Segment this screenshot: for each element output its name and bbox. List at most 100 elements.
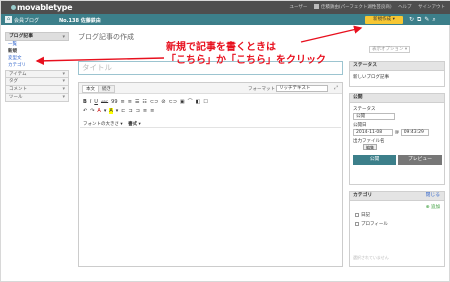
unlink-button[interactable]: ⊘ [161,99,165,105]
filename-edit-button[interactable]: 編集 [363,144,377,150]
justify-right-button[interactable]: ≡ [150,108,154,114]
asset-button[interactable]: ⌒ [188,98,193,105]
chevron-down-icon: ▾ [62,78,65,84]
signout-link[interactable]: サインアウト [418,5,445,10]
publish-time-input[interactable]: 09:43:29 [400,129,429,136]
blog-name[interactable]: 会員ブログ [14,17,39,24]
category-checkbox[interactable] [355,212,359,217]
category-close-link[interactable]: 閉じる [426,192,440,200]
publish-status-label: ステータス [353,107,376,112]
sidebar-menu-items[interactable]: アイテム ▾ [5,70,69,78]
chevron-down-icon: ▾ [62,86,65,92]
anchor-button[interactable]: ⊂⊃ [169,99,177,105]
user-profile-link[interactable]: 佳積鉄由(パーフェクト湖性芸良商) [313,4,392,10]
blogbar-icons: ↻⧉✎⌕ [409,16,439,24]
sidebar-section-entries[interactable]: ブログ記事 ▾ [5,32,69,41]
publish-panel-title: 公開 [350,94,444,103]
filename-row: 編集 [350,144,444,151]
blog-bar: ⌂ 会員ブログ No.138 佐藤鉄由 新規作成 ▾ ↻⧉✎⌕ [1,14,450,25]
logo-mark-icon [11,5,16,10]
publish-panel: 公開 ステータス 公開 公開日 2014-11-08 @ 09:43:29 出力… [349,93,445,185]
movabletype-logo[interactable]: movabletype [11,3,73,12]
status-panel: ステータス 新しいブログ記事 [349,61,445,87]
text-color-button[interactable]: A [97,108,100,114]
sidebar-item-new[interactable]: 新規 [5,48,69,55]
sidebar-item-list[interactable]: 一覧 [5,41,69,48]
highlight-dropdown[interactable]: ▾ [116,108,119,114]
display-options-button[interactable]: 表示オプション ▾ [369,46,411,53]
chevron-down-icon: ▾ [62,94,65,100]
chevron-down-icon: ▾ [62,34,65,40]
strikethrough-button[interactable]: ABC [101,100,108,104]
publish-button[interactable]: 公開 [353,155,396,165]
justify-center-button[interactable]: ≡ [143,108,147,114]
blockquote-button[interactable]: 99 [111,99,117,105]
publish-status-select[interactable]: 公開 [353,113,395,120]
format-toolbar-row1: B I U ABC 99 ≡ ≡ ☰ ☷ ⊂⊃ ⊘ ⊂⊃ ▣ ⌒ ◧ ☐ [83,98,211,106]
expand-icon[interactable]: ⤢ [334,85,338,91]
image-button[interactable]: ▣ [180,99,185,105]
text-color-dropdown[interactable]: ▾ [104,108,107,114]
format-select[interactable]: リッチテキスト [276,85,328,92]
highlight-button[interactable]: A [109,108,113,114]
date-time-row: 2014-11-08 @ 09:43:29 [350,129,444,136]
status-text: 新しいブログ記事 [353,75,389,80]
page-title: ブログ記事の作成 [78,33,134,41]
bold-button[interactable]: B [83,99,87,105]
ordered-list-button[interactable]: ≡ [121,99,125,105]
align-center-button[interactable]: ☷ [142,99,146,105]
left-sidebar: ブログ記事 ▾ 一覧 新規 変型文 カテゴリ アイテム ▾ タグ ▾ コメント ▾ ツー… [5,32,69,102]
italic-button[interactable]: I [90,99,91,105]
users-link[interactable]: ユーザー [290,5,308,10]
undo-button[interactable]: ↶ [83,108,87,114]
sidebar-item-category[interactable]: カテゴリ [5,62,69,69]
publish-buttons: 公開 プレビュー [353,155,442,165]
category-checkbox[interactable] [355,221,359,226]
tab-more[interactable]: 続き [98,85,115,93]
category-panel: カテゴリ 閉じる ⊕ 追加 日記 プロフィール 選択されていません [349,191,445,267]
media-button[interactable]: ◧ [196,99,201,105]
top-header: movabletype ユーザー 佳積鉄由(パーフェクト湖性芸良商) ヘルプ サ… [1,1,450,14]
link-button[interactable]: ⊂⊃ [150,99,158,105]
align-left-button[interactable]: ☰ [135,99,139,105]
home-icon[interactable]: ⌂ [5,16,12,23]
preview-button[interactable]: プレビュー [398,155,442,165]
sidebar-menu-tools[interactable]: ツール ▾ [5,94,69,102]
at-symbol: @ [394,130,400,135]
format-toolbar-row2: ↶ ↷ A ▾ A ▾ ⊏ ⊐ ⊐ ≡ ≡ [83,108,157,116]
redo-button[interactable]: ↷ [90,108,94,114]
new-create-button[interactable]: 新規作成 ▾ [365,16,403,24]
source-button[interactable]: ☐ [203,99,207,105]
user-links: ユーザー 佳積鉄由(パーフェクト湖性芸良商) ヘルプ サインアウト [285,4,445,10]
publish-date-label: 公開日 [353,123,367,128]
list-item[interactable]: 日記 [355,212,441,218]
refresh-icon[interactable]: ↻ [409,16,417,23]
format-label: フォーマット [248,87,275,92]
blog-number: No.138 佐藤鉄由 [59,17,101,24]
editor-body-area[interactable] [80,127,341,265]
search-icon[interactable]: ⌕ [432,16,438,23]
underline-button[interactable]: U [94,99,98,105]
arrow-to-new-button [300,25,363,43]
avatar [313,4,319,9]
indent-left-button[interactable]: ⊏ [121,108,125,114]
help-link[interactable]: ヘルプ [398,5,412,10]
sidebar-menu-tags[interactable]: タグ ▾ [5,78,69,86]
editor-tabs: 本文 続き フォーマット リッチテキスト ⤢ [79,83,342,94]
status-panel-title: ステータス [350,62,444,71]
category-footer: 選択されていません [353,255,389,260]
sidebar-menu-comments[interactable]: コメント ▾ [5,86,69,94]
logo-text: movabletype [17,3,73,12]
sidebar-item-template[interactable]: 変型文 [5,55,69,62]
list-item[interactable]: プロフィール [355,221,441,227]
app-window: movabletype ユーザー 佳積鉄由(パーフェクト湖性芸良商) ヘルプ サ… [0,0,450,282]
publish-date-input[interactable]: 2014-11-08 [353,129,393,136]
category-add-link[interactable]: ⊕ 追加 [426,204,440,210]
unordered-list-button[interactable]: ≡ [128,99,132,105]
tab-body[interactable]: 本文 [82,85,99,93]
annotation-line2: 「こちら」か「こちら」をクリック [166,55,326,66]
chevron-down-icon: ▾ [62,71,65,77]
indent-right-button[interactable]: ⊐ [128,108,132,114]
outdent-button[interactable]: ⊐ [136,108,140,114]
category-panel-title: カテゴリ 閉じる [350,192,444,201]
